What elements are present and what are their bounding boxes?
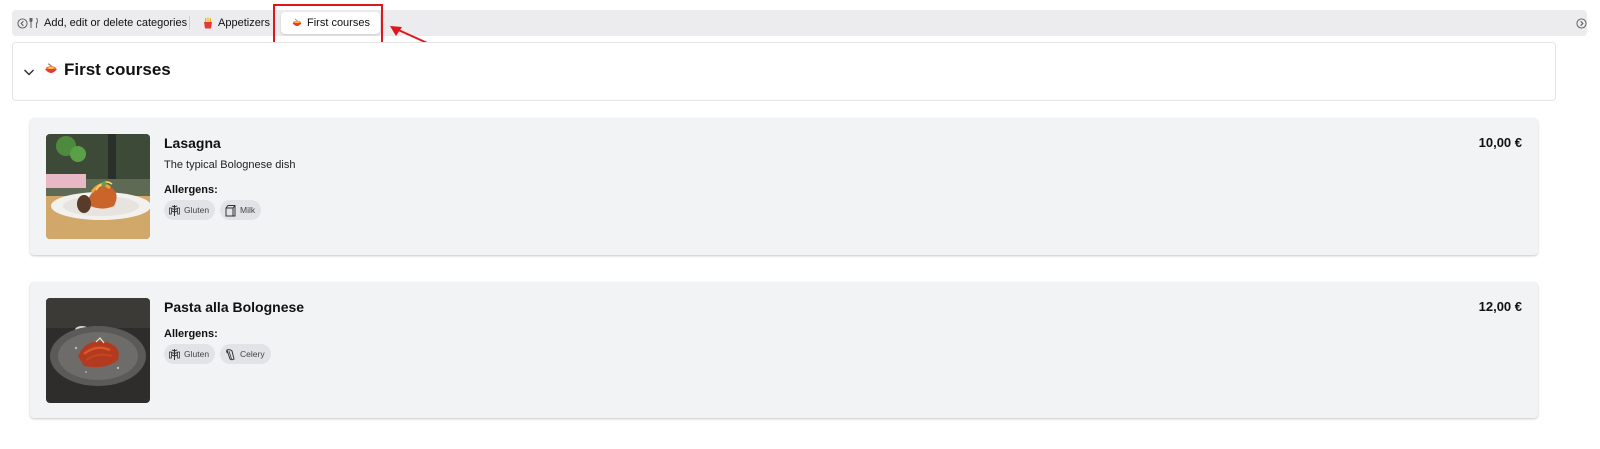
allergen-list: Gluten Celery xyxy=(164,344,271,364)
allergen-label: Milk xyxy=(240,205,256,215)
allergens-label: Allergens: xyxy=(164,184,218,196)
section-title: First courses xyxy=(64,60,171,79)
allergen-chip-milk: Milk xyxy=(220,200,262,220)
fries-icon xyxy=(202,17,214,29)
cutlery-icon xyxy=(28,17,40,29)
chevron-right-circle-icon[interactable] xyxy=(1573,15,1589,31)
category-bar: Add, edit or delete categories Appetizer… xyxy=(12,10,1587,36)
allergen-chip-gluten: Gluten xyxy=(164,200,216,220)
dish-description: The typical Bolognese dish xyxy=(164,159,296,171)
allergen-label: Gluten xyxy=(184,349,210,359)
allergens-label: Allergens: xyxy=(164,328,218,340)
category-divider xyxy=(189,16,190,30)
pasta-bowl-icon xyxy=(291,17,303,29)
allergen-chip-celery: Celery xyxy=(220,344,271,364)
chevron-down-icon[interactable] xyxy=(22,65,36,79)
celery-icon xyxy=(224,348,237,361)
category-tab-label: First courses xyxy=(307,17,370,29)
allergen-chip-gluten: Gluten xyxy=(164,344,216,364)
dish-name: Pasta alla Bolognese xyxy=(164,299,305,315)
dish-photo xyxy=(46,134,150,239)
dish-name: Lasagna xyxy=(164,135,221,151)
allergen-label: Gluten xyxy=(184,205,210,215)
category-tab-manage[interactable]: Add, edit or delete categories xyxy=(28,12,187,34)
wheat-icon xyxy=(168,204,181,217)
category-tab-label: Appetizers xyxy=(218,17,270,29)
pasta-bowl-icon xyxy=(43,61,59,77)
wheat-icon xyxy=(168,348,181,361)
category-tab-appetizers[interactable]: Appetizers xyxy=(202,12,270,34)
dish-price: 12,00 € xyxy=(1478,299,1522,314)
dish-card-lasagna[interactable]: Lasagna The typical Bolognese dish 10,00… xyxy=(30,118,1538,255)
dish-card-pasta-alla-bolognese[interactable]: Pasta alla Bolognese 12,00 € Allergens: … xyxy=(30,282,1538,418)
section-header: First courses xyxy=(12,42,1556,101)
dish-photo xyxy=(46,298,150,403)
category-tab-first-courses[interactable]: First courses xyxy=(281,12,380,34)
allergen-label: Celery xyxy=(240,349,265,359)
allergen-list: Gluten Milk xyxy=(164,200,262,220)
category-tab-label: Add, edit or delete categories xyxy=(44,17,188,29)
dish-price: 10,00 € xyxy=(1478,135,1522,150)
milk-carton-icon xyxy=(224,204,237,217)
